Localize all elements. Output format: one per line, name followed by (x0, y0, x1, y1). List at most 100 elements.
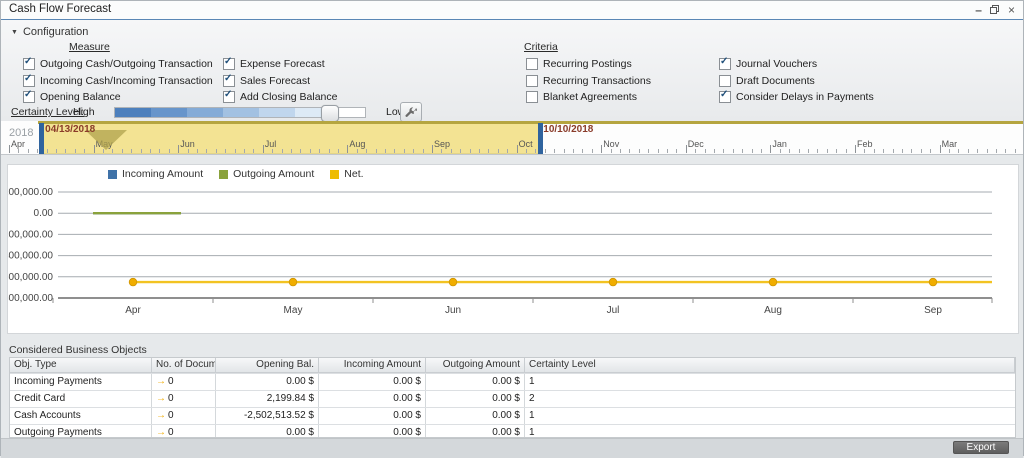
cell-incoming-amount: 0.00 $ (319, 425, 426, 438)
checkbox[interactable]: ✓ (223, 91, 235, 103)
checkbox[interactable]: ✓ (719, 91, 731, 103)
check-icon: ✓ (720, 89, 728, 100)
timeline-minor-tick (507, 149, 508, 153)
timeline-minor-tick (272, 149, 273, 153)
checkbox[interactable] (526, 91, 538, 103)
svg-text:-600,000.00: -600,000.00 (8, 272, 53, 283)
checkbox-row: ✓Opening Balance (23, 89, 213, 106)
checkbox[interactable]: ✓ (223, 75, 235, 87)
timeline-minor-tick (376, 149, 377, 153)
minimize-icon[interactable]: – (975, 3, 981, 17)
certainty-settings-button[interactable] (400, 102, 422, 122)
cell-no-of-document: →0 (152, 374, 216, 390)
checkbox-label: Draft Documents (736, 75, 815, 87)
timeline-minor-tick (930, 149, 931, 153)
checkbox-row: ✓Add Closing Balance (223, 89, 337, 106)
timeline-minor-tick (761, 149, 762, 153)
checkbox-label: Expense Forecast (240, 58, 325, 70)
timeline-month-label: Mar (942, 139, 958, 149)
timeline-minor-tick (488, 149, 489, 153)
timeline-minor-tick (404, 149, 405, 153)
column-header-outgoing-amount: Outgoing Amount (426, 358, 525, 372)
timeline-minor-tick (733, 149, 734, 153)
checkbox[interactable] (719, 75, 731, 87)
legend-swatch-icon (108, 170, 117, 179)
svg-text:Jun: Jun (445, 305, 461, 316)
timeline-minor-tick (235, 149, 236, 153)
timeline-month-label: Apr (11, 139, 25, 149)
timeline-minor-tick (423, 149, 424, 153)
cell-certainty-level: 1 (525, 425, 1015, 438)
timeline-start-handle[interactable] (39, 123, 44, 154)
table-header-row: Obj. TypeNo. of DocumentOpening Bal.Inco… (10, 358, 1015, 373)
link-arrow-icon[interactable]: → (156, 393, 166, 404)
legend-swatch-icon (330, 170, 339, 179)
checkbox-label: Consider Delays in Payments (736, 91, 874, 103)
timeline-minor-tick (394, 149, 395, 153)
cell-value: 0 (168, 427, 174, 438)
cell-no-of-document: →0 (152, 391, 216, 407)
criteria-link[interactable]: Criteria (524, 41, 558, 53)
certainty-high-label: High (73, 106, 95, 118)
cell-opening-bal: 0.00 $ (216, 425, 319, 438)
timeline-month-label: Jan (772, 139, 787, 149)
timeline-month-label: Aug (349, 139, 365, 149)
timeline-minor-tick (131, 149, 132, 153)
checkbox[interactable]: ✓ (23, 91, 35, 103)
timeline-minor-tick (141, 149, 142, 153)
timeline-month-label: Jun (180, 139, 195, 149)
cell-outgoing-amount: 0.00 $ (426, 425, 525, 438)
certainty-slider-handle[interactable] (321, 105, 339, 122)
wrench-icon (405, 106, 418, 119)
timeline-minor-tick (413, 149, 414, 153)
timeline-minor-tick (827, 149, 828, 153)
timeline-minor-tick (846, 149, 847, 153)
link-arrow-icon[interactable]: → (156, 410, 166, 421)
measure-checkbox-column-2: ✓Expense Forecast✓Sales Forecast✓Add Clo… (223, 56, 337, 106)
close-icon[interactable]: × (1008, 3, 1015, 17)
cell-incoming-amount: 0.00 $ (319, 408, 426, 424)
criteria-checkbox-column-2: ✓Journal VouchersDraft Documents✓Conside… (719, 56, 874, 106)
link-arrow-icon[interactable]: → (156, 376, 166, 387)
timeline-month-tick (855, 145, 856, 153)
checkbox[interactable] (526, 58, 538, 70)
checkbox-row: Recurring Postings (526, 56, 651, 73)
timeline[interactable]: 04/13/2018 10/10/2018 2018 AprMayJunJulA… (1, 121, 1023, 155)
cell-opening-bal: -2,502,513.52 $ (216, 408, 319, 424)
timeline-minor-tick (996, 149, 997, 153)
checkbox-label: Incoming Cash/Incoming Transaction (40, 75, 213, 87)
timeline-minor-tick (629, 149, 630, 153)
timeline-minor-tick (893, 149, 894, 153)
configuration-panel: ▼ Configuration Measure ✓ Outgoing Cash/O… (1, 20, 1023, 122)
certainty-slider[interactable] (114, 107, 366, 118)
checkbox[interactable]: ✓ (23, 58, 35, 70)
checkbox[interactable]: ✓ (719, 58, 731, 70)
measure-link[interactable]: Measure (69, 41, 110, 53)
svg-text:200,000.00: 200,000.00 (8, 187, 53, 198)
configuration-collapse-toggle[interactable]: ▼ Configuration (11, 26, 88, 38)
timeline-minor-tick (188, 149, 189, 153)
cell-value: 0 (168, 410, 174, 421)
restore-icon[interactable] (990, 3, 999, 17)
cell-certainty-level: 1 (525, 408, 1015, 424)
checkbox-row: ✓ Expense Forecast (223, 56, 337, 73)
timeline-minor-tick (366, 149, 367, 153)
timeline-minor-tick (705, 149, 706, 153)
timeline-minor-tick (253, 149, 254, 153)
checkbox[interactable]: ✓ (23, 75, 35, 87)
timeline-minor-tick (28, 149, 29, 153)
svg-text:0.00: 0.00 (34, 208, 54, 219)
cell-opening-bal: 2,199.84 $ (216, 391, 319, 407)
bottom-bar: Export (1, 438, 1023, 458)
checkbox[interactable] (526, 75, 538, 87)
cell-opening-bal: 0.00 $ (216, 374, 319, 390)
export-button[interactable]: Export (953, 441, 1009, 454)
checkbox[interactable]: ✓ (223, 58, 235, 70)
link-arrow-icon[interactable]: → (156, 427, 166, 438)
cell-outgoing-amount: 0.00 $ (426, 374, 525, 390)
timeline-minor-tick (742, 149, 743, 153)
timeline-month-tick (263, 145, 264, 153)
timeline-minor-tick (817, 149, 818, 153)
timeline-minor-tick (883, 149, 884, 153)
checkbox-label: Outgoing Cash/Outgoing Transaction (40, 58, 213, 70)
